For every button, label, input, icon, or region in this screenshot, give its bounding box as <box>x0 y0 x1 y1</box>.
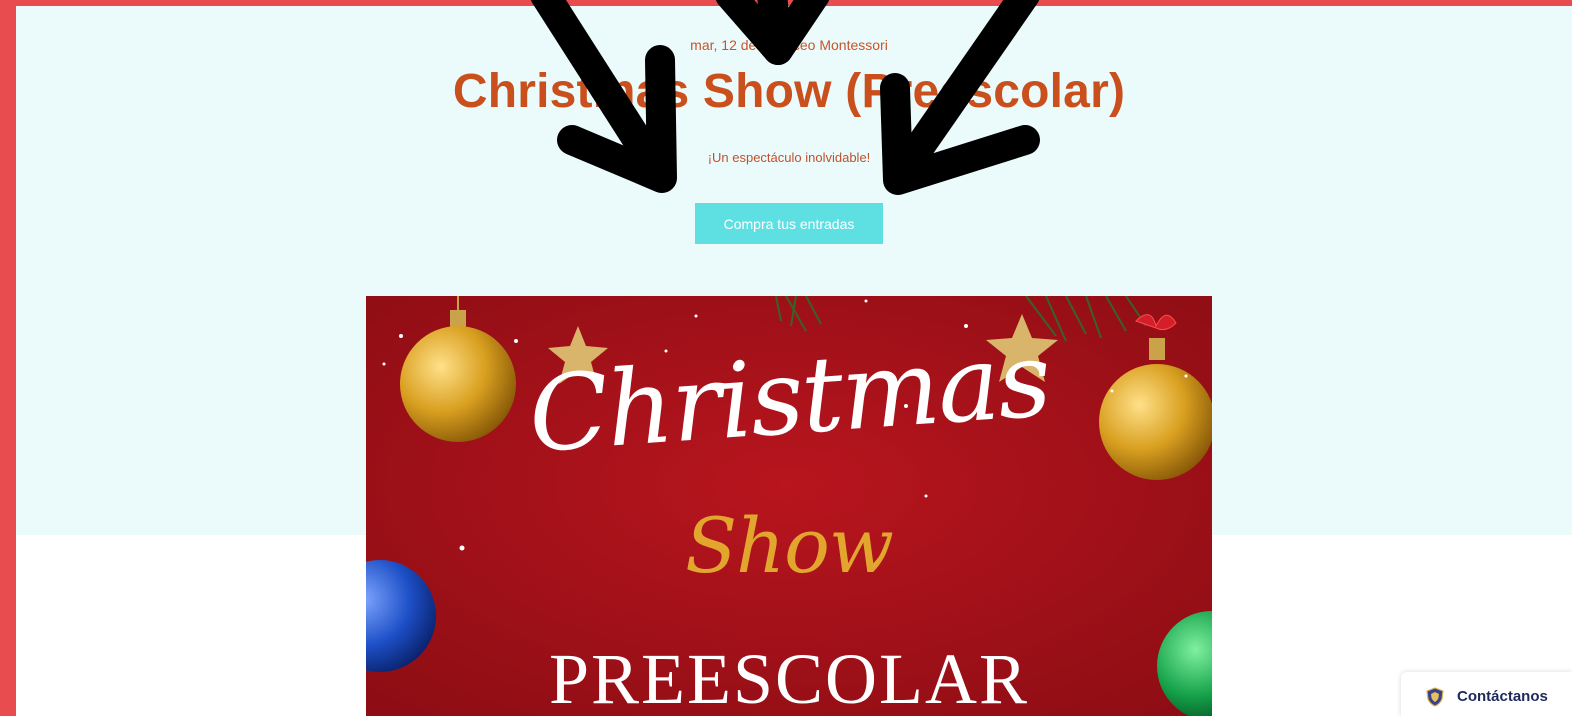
contact-widget-label: Contáctanos <box>1457 688 1548 705</box>
event-subtitle: ¡Un espectáculo inolvidable! <box>707 150 871 165</box>
event-poster-image: Christmas Show PREESCOLAR <box>366 296 1212 716</box>
frame-border-left <box>0 0 16 716</box>
shield-crest-icon <box>1426 687 1444 707</box>
contact-widget-button[interactable]: Contáctanos <box>1401 672 1572 716</box>
buy-tickets-button[interactable]: Compra tus entradas <box>695 203 883 244</box>
poster-show-text: Show <box>685 501 894 590</box>
event-page: mar, 12 de dic Liceo Montessori Christma… <box>16 6 1572 716</box>
event-title: Christmas Show (Preescolar) <box>452 65 1126 118</box>
poster-level-text: PREESCOLAR <box>548 639 1030 716</box>
event-date-location: mar, 12 de dic Liceo Montessori <box>690 37 888 53</box>
